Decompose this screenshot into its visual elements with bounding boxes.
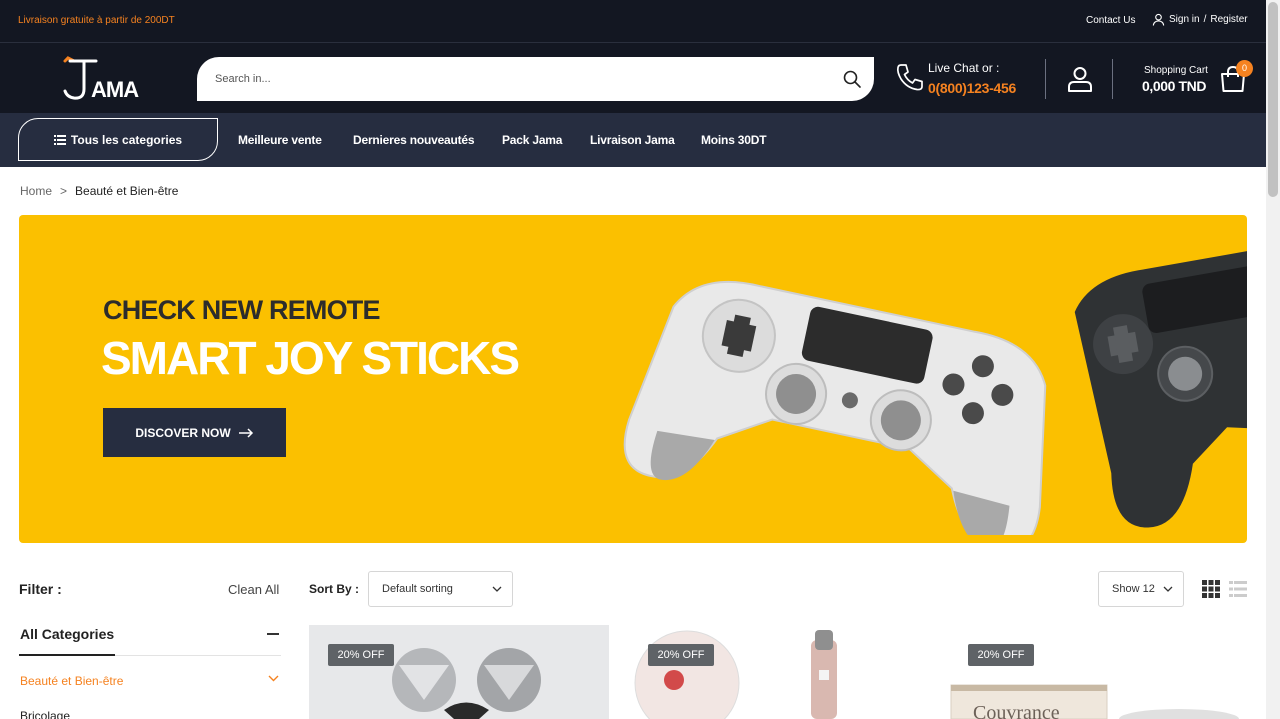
breadcrumb: Home > Beauté et Bien-être [20, 184, 178, 198]
chevron-down-icon [1163, 586, 1173, 592]
discount-badge: 20% OFF [328, 644, 394, 666]
cart-total[interactable]: 0,000 TND [1142, 78, 1207, 94]
sort-select-value: Default sorting [382, 583, 453, 595]
register-link[interactable]: Register [1210, 14, 1247, 25]
chevron-down-icon [492, 586, 502, 592]
search-bar [197, 57, 874, 101]
section-underline [19, 654, 115, 656]
cart-label: Shopping Cart [1144, 65, 1208, 76]
page-scrollbar[interactable] [1266, 0, 1280, 719]
nav-link-meilleure-vente[interactable]: Meilleure vente [238, 133, 322, 147]
category-item-beaute[interactable]: Beauté et Bien-être [20, 674, 123, 688]
product-image [634, 630, 837, 719]
clean-all-link[interactable]: Clean All [228, 582, 279, 597]
discover-now-label: DISCOVER NOW [135, 425, 231, 440]
header-divider [1112, 59, 1113, 99]
account-links: Sign in / Register [1152, 13, 1248, 26]
free-shipping-notice: Livraison gratuite à partir de 200DT [18, 15, 175, 26]
product-image: Couvrance [950, 684, 1239, 719]
all-categories-heading[interactable]: All Categories [20, 626, 114, 642]
collapse-icon[interactable] [267, 633, 279, 635]
all-categories-label: Tous les categories [70, 132, 183, 147]
nav-link-dernieres-nouveautes[interactable]: Dernieres nouveautés [353, 133, 475, 147]
main-header: AMA Live Chat or : 0(800)123-456 Shoppin… [0, 43, 1280, 113]
user-outline-icon [1152, 13, 1165, 26]
all-categories-button[interactable]: Tous les categories [18, 118, 218, 161]
nav-link-livraison-jama[interactable]: Livraison Jama [590, 133, 675, 147]
product-label-text: Couvrance [973, 702, 1060, 719]
page: Livraison gratuite à partir de 200DT Con… [0, 0, 1280, 719]
contact-us-link[interactable]: Contact Us [1086, 15, 1135, 26]
sort-by-label: Sort By : [309, 582, 360, 596]
sort-select[interactable]: Default sorting [368, 571, 513, 607]
discount-badge: 20% OFF [968, 644, 1034, 666]
account-separator: / [1203, 14, 1207, 25]
banner-subtitle: CHECK NEW REMOTE [103, 295, 381, 325]
category-nav: Tous les categories Meilleure vente Dern… [0, 113, 1280, 167]
live-chat-or: or : [982, 61, 1000, 75]
banner-title: SMART JOY STICKS [101, 332, 520, 384]
scrollbar-thumb[interactable] [1268, 2, 1278, 197]
filter-title: Filter : [19, 581, 62, 597]
product-card[interactable]: Couvrance 20% OFF [949, 625, 1249, 719]
discount-badge: 20% OFF [648, 644, 714, 666]
top-bar: Livraison gratuite à partir de 200DT Con… [0, 0, 1280, 43]
product-card[interactable]: 20% OFF [309, 625, 609, 719]
search-input[interactable] [215, 70, 815, 88]
list-view-icon[interactable] [1229, 580, 1247, 598]
gamepad-image [623, 249, 1247, 535]
nav-link-pack-jama[interactable]: Pack Jama [502, 133, 562, 147]
live-chat-label[interactable]: Live Chat or : [928, 61, 999, 75]
category-item-bricolage[interactable]: Bricolage [20, 709, 70, 719]
product-image [392, 648, 541, 719]
chevron-down-icon[interactable] [268, 675, 279, 682]
grid-view-icon[interactable] [1202, 580, 1220, 598]
show-count-select[interactable]: Show 12 [1098, 571, 1184, 607]
product-card[interactable]: 20% OFF [629, 625, 929, 719]
phone-number[interactable]: 0(800)123-456 [928, 80, 1016, 96]
promo-banner: CHECK NEW REMOTE SMART JOY STICKS DISCOV… [19, 215, 1247, 543]
svg-text:AMA: AMA [91, 77, 139, 102]
sign-in-link[interactable]: Sign in [1169, 14, 1200, 25]
header-divider [1045, 59, 1046, 99]
phone-icon [896, 64, 923, 91]
arrow-right-icon [238, 427, 253, 438]
breadcrumb-separator: > [60, 184, 68, 198]
jama-logo[interactable]: AMA [60, 55, 160, 103]
list-icon [53, 134, 66, 145]
breadcrumb-current: Beauté et Bien-être [75, 184, 179, 198]
breadcrumb-home[interactable]: Home [20, 184, 52, 198]
live-chat-text: Live Chat [928, 61, 979, 75]
cart-count-badge: 0 [1236, 60, 1253, 77]
discover-now-button[interactable]: DISCOVER NOW [103, 408, 286, 457]
nav-link-moins-30dt[interactable]: Moins 30DT [701, 133, 767, 147]
show-count-value: Show 12 [1112, 583, 1155, 595]
account-icon[interactable] [1066, 65, 1094, 93]
search-icon[interactable] [842, 69, 862, 89]
